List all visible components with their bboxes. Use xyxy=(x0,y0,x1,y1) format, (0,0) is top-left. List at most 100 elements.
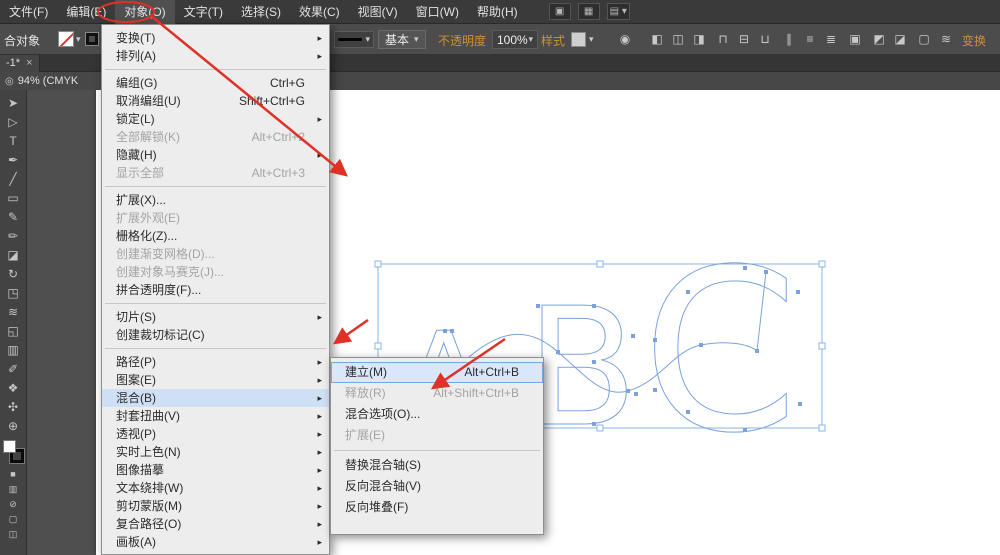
vertical-align-center-icon[interactable]: ⊟ xyxy=(735,31,753,48)
panel-menu-icon[interactable]: ≋ xyxy=(937,31,955,48)
object-menu-item-clipping-mask[interactable]: 剪切蒙版(M)▸ xyxy=(102,497,329,515)
object-menu-item-blend[interactable]: 混合(B)▸ xyxy=(102,389,329,407)
object-menu-item-pattern[interactable]: 图案(E)▸ xyxy=(102,371,329,389)
object-menu-item-expand-appearance[interactable]: 扩展外观(E) xyxy=(102,209,329,227)
hand-tool[interactable]: ✣ xyxy=(0,398,27,417)
menubar-item-object[interactable]: 对象(O) xyxy=(115,0,174,24)
distribute-spacing-icon[interactable]: ≣ xyxy=(822,31,840,48)
opacity-dropdown[interactable]: 100% ▾ xyxy=(492,30,538,49)
menubar-item-select[interactable]: 选择(S) xyxy=(232,0,290,24)
blend-tool[interactable]: ❖ xyxy=(0,379,27,398)
color-fill-icon[interactable]: ■ xyxy=(0,467,27,482)
object-menu-item-image-trace[interactable]: 图像描摹▸ xyxy=(102,461,329,479)
selection-tool[interactable]: ➤ xyxy=(0,94,27,113)
eraser-tool[interactable]: ◪ xyxy=(0,246,27,265)
blend-submenu-item-make[interactable]: 建立(M)Alt+Ctrl+B xyxy=(331,362,543,383)
object-menu-item-crop-marks[interactable]: 创建裁切标记(C) xyxy=(102,326,329,344)
menubar-item-window[interactable]: 窗口(W) xyxy=(407,0,468,24)
scale-tool[interactable]: ◳ xyxy=(0,284,27,303)
fill-color-swatch[interactable] xyxy=(3,440,16,453)
object-menu-item-flatten-transparency[interactable]: 拼合透明度(F)... xyxy=(102,281,329,299)
style-swatch-dropdown[interactable]: ▾ xyxy=(571,30,594,49)
menubar-item-type[interactable]: 文字(T) xyxy=(175,0,232,24)
object-menu-item-perspective[interactable]: 透视(P)▸ xyxy=(102,425,329,443)
object-menu-item-live-paint[interactable]: 实时上色(N)▸ xyxy=(102,443,329,461)
menubar-item-help[interactable]: 帮助(H) xyxy=(468,0,527,24)
document-tab[interactable]: -1* × xyxy=(0,55,40,72)
object-menu-item-slice[interactable]: 切片(S)▸ xyxy=(102,308,329,326)
object-menu-item-transform[interactable]: 变换(T)▸ xyxy=(102,29,329,47)
object-menu-item-text-wrap[interactable]: 文本绕排(W)▸ xyxy=(102,479,329,497)
gradient-fill-icon[interactable]: ▥ xyxy=(0,482,27,497)
fill-swatch[interactable] xyxy=(58,31,74,47)
object-menu-item-object-mosaic[interactable]: 创建对象马赛克(J)... xyxy=(102,263,329,281)
stroke-swatch[interactable] xyxy=(86,33,98,45)
screen-mode-icon[interactable]: ◫ xyxy=(0,527,27,542)
direct-selection-tool[interactable]: ▷ xyxy=(0,113,27,132)
menubar-item-edit[interactable]: 编辑(E) xyxy=(57,0,115,24)
horizontal-align-left-icon[interactable]: ◧ xyxy=(648,31,666,48)
object-menu-item-hide[interactable]: 隐藏(H)▸ xyxy=(102,146,329,164)
object-menu-item-group[interactable]: 编组(G)Ctrl+G xyxy=(102,74,329,92)
object-menu-item-gradient-mesh[interactable]: 创建渐变网格(D)... xyxy=(102,245,329,263)
blend-submenu-item-reverse-front-to-back[interactable]: 反向堆叠(F) xyxy=(331,497,543,518)
object-menu-item-envelope-distort[interactable]: 封套扭曲(V)▸ xyxy=(102,407,329,425)
vertical-align-bottom-icon[interactable]: ⊔ xyxy=(756,31,774,48)
object-menu-item-show-all[interactable]: 显示全部Alt+Ctrl+3 xyxy=(102,164,329,182)
object-menu-item-lock[interactable]: 锁定(L)▸ xyxy=(102,110,329,128)
object-menu-item-compound-path[interactable]: 复合路径(O)▸ xyxy=(102,515,329,533)
object-menu-item-unlock-all[interactable]: 全部解锁(K)Alt+Ctrl+2 xyxy=(102,128,329,146)
none-fill-icon[interactable]: ⊘ xyxy=(0,497,27,512)
rectangle-tool[interactable]: ▭ xyxy=(0,189,27,208)
blend-submenu-item-release[interactable]: 释放(R)Alt+Shift+Ctrl+B xyxy=(331,383,543,404)
horizontal-align-right-icon[interactable]: ◨ xyxy=(690,31,708,48)
object-menu-item-arrange[interactable]: 排列(A)▸ xyxy=(102,47,329,65)
pen-tool[interactable]: ✒ xyxy=(0,151,27,170)
style-link[interactable]: 样式 xyxy=(541,32,565,49)
opacity-link[interactable]: 不透明度 xyxy=(438,32,486,49)
shape-mode-subtract-icon[interactable]: ◪ xyxy=(891,31,909,48)
expand-options-icon[interactable]: ▢ xyxy=(915,31,933,48)
align-options-icon[interactable]: ▣ xyxy=(846,31,864,48)
blend-submenu-item-reverse-spine[interactable]: 反向混合轴(V) xyxy=(331,476,543,497)
object-menu-item-label: 创建渐变网格(D)... xyxy=(116,245,215,263)
rotate-tool[interactable]: ↻ xyxy=(0,265,27,284)
gradient-tool[interactable]: ▥ xyxy=(0,341,27,360)
workspace-switcher-icon[interactable]: ▤ ▾ xyxy=(607,3,630,20)
object-menu-item-artboards[interactable]: 画板(A)▸ xyxy=(102,533,329,551)
stroke-weight-dropdown[interactable]: ▾ xyxy=(334,31,374,48)
pencil-tool[interactable]: ✏ xyxy=(0,227,27,246)
tab-close-icon[interactable]: × xyxy=(26,55,32,72)
recolor-artwork-icon[interactable]: ◉ xyxy=(616,31,634,48)
shape-mode-unite-icon[interactable]: ◩ xyxy=(870,31,888,48)
shape-builder-tool[interactable]: ◱ xyxy=(0,322,27,341)
draw-mode-icon[interactable]: ▢ xyxy=(0,512,27,527)
vertical-align-top-icon[interactable]: ⊓ xyxy=(714,31,732,48)
bridge-icon[interactable]: ▣ xyxy=(549,3,571,20)
arrange-documents-icon[interactable]: ▦ xyxy=(578,3,600,20)
object-menu-item-path[interactable]: 路径(P)▸ xyxy=(102,353,329,371)
type-tool[interactable]: T xyxy=(0,132,27,151)
line-segment-tool[interactable]: ╱ xyxy=(0,170,27,189)
blend-submenu-item-expand[interactable]: 扩展(E) xyxy=(331,425,543,446)
zoom-tool[interactable]: ⊕ xyxy=(0,417,27,436)
fill-stroke-swatches[interactable] xyxy=(0,439,27,467)
horizontal-align-center-icon[interactable]: ◫ xyxy=(669,31,687,48)
object-menu-separator xyxy=(105,69,326,70)
transform-link[interactable]: 变换 xyxy=(962,32,986,49)
object-menu-item-ungroup[interactable]: 取消编组(U)Shift+Ctrl+G xyxy=(102,92,329,110)
brush-definition-dropdown[interactable]: 基本 ▾ xyxy=(378,30,426,49)
object-menu-item-expand[interactable]: 扩展(X)... xyxy=(102,191,329,209)
menubar-item-file[interactable]: 文件(F) xyxy=(0,0,57,24)
width-tool[interactable]: ≋ xyxy=(0,303,27,322)
blend-submenu-item-replace-spine[interactable]: 替换混合轴(S) xyxy=(331,455,543,476)
fill-swatch-caret-icon[interactable]: ▾ xyxy=(76,34,81,45)
eyedropper-tool[interactable]: ✐ xyxy=(0,360,27,379)
object-menu-item-rasterize[interactable]: 栅格化(Z)... xyxy=(102,227,329,245)
blend-submenu-item-blend-options[interactable]: 混合选项(O)... xyxy=(331,404,543,425)
distribute-vertical-icon[interactable]: ≡ xyxy=(801,31,819,48)
paintbrush-tool[interactable]: ✎ xyxy=(0,208,27,227)
menubar-item-view[interactable]: 视图(V) xyxy=(349,0,407,24)
distribute-horizontal-icon[interactable]: ∥ xyxy=(780,31,798,48)
menubar-item-effect[interactable]: 效果(C) xyxy=(290,0,349,24)
